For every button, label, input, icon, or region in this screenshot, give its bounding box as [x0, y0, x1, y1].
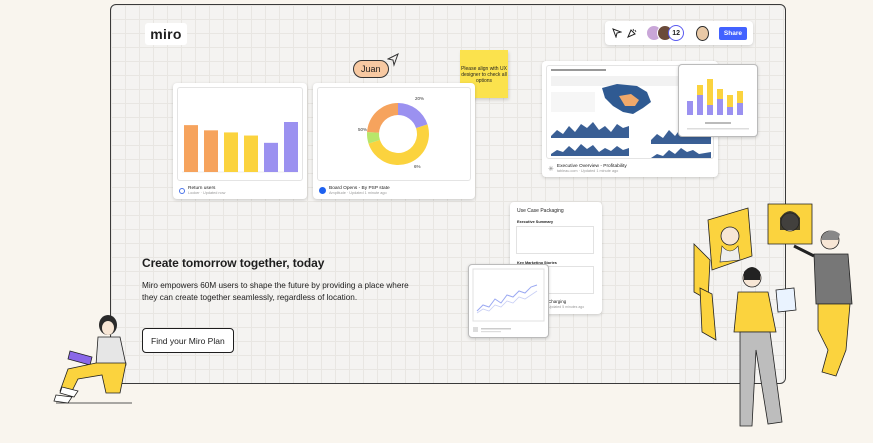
bar: [707, 105, 713, 115]
grouped-bar-chart: [687, 79, 749, 130]
bar: [264, 142, 278, 172]
collaborator-count-badge: 12: [668, 25, 685, 41]
line-chart-card[interactable]: [468, 264, 549, 338]
cursor-icon[interactable]: [611, 26, 623, 40]
donut-label: 50%: [358, 127, 367, 132]
collaborator-pointer-icon: [387, 53, 399, 67]
grouped-bar-card[interactable]: [678, 64, 758, 137]
card-chart-frame: 20% 50% 6%: [317, 87, 471, 181]
bar: [727, 107, 733, 115]
card-subtitle: Amplitude · Updated 1 minute ago: [329, 191, 387, 195]
donut-chart: 20% 50% 6%: [358, 96, 429, 169]
hero-title: Create tomorrow together, today: [142, 256, 325, 270]
looker-icon: [179, 187, 185, 194]
find-plan-button[interactable]: Find your Miro Plan: [142, 328, 234, 353]
card-subtitle: tableau.com · Updated 1 minute ago: [556, 169, 619, 173]
bar: [184, 125, 198, 172]
collaborator-avatars[interactable]: 12: [646, 25, 685, 41]
bar: [697, 95, 703, 115]
collaborator-cursor-label: Juan: [353, 60, 389, 78]
amplitude-icon: [319, 187, 326, 194]
return-users-card[interactable]: Return users Looker · Updated now: [173, 83, 307, 199]
current-user-avatar[interactable]: [696, 25, 709, 41]
bar: [244, 135, 258, 172]
bar: [717, 89, 723, 99]
hero-description: Miro empowers 60M users to shape the fut…: [142, 281, 409, 302]
bar: [737, 91, 743, 103]
document-title: Use Case Packaging: [517, 208, 564, 214]
bar: [687, 101, 693, 115]
bar: [707, 79, 713, 105]
donut-slice: [367, 103, 398, 133]
document-section-heading: Executive Summary: [517, 220, 554, 224]
team-collaboration-illustration: [693, 203, 853, 427]
whiteboard-canvas[interactable]: miro 12 Share Juan Please align with UX …: [110, 4, 786, 384]
bar: [717, 99, 723, 115]
donut-label: 20%: [415, 96, 424, 101]
person-with-laptop-illustration: [53, 315, 132, 404]
bar: [204, 130, 218, 172]
sticky-note-text: Please align with UX designer to check a…: [461, 66, 507, 84]
board-opens-card[interactable]: 20% 50% 6% Board Opens - By PSP state Ampl…: [313, 83, 475, 199]
bar-chart: [182, 122, 298, 173]
summary-table: [516, 226, 594, 254]
miro-logo[interactable]: miro: [145, 23, 187, 45]
bar: [284, 122, 298, 172]
bar: [224, 132, 238, 172]
bar: [737, 103, 743, 115]
share-button[interactable]: Share: [718, 26, 747, 40]
tableau-icon: ✳: [548, 165, 554, 173]
line-chart: [472, 268, 545, 333]
document-footer-subtitle: Updated 5 minutes ago: [548, 305, 585, 309]
card-subtitle: Looker · Updated now: [188, 191, 226, 195]
collaboration-toolbar: 12 Share: [605, 21, 753, 45]
donut-label: 6%: [414, 164, 421, 169]
bar: [727, 95, 733, 107]
document-footer-title: Charging: [548, 299, 567, 304]
donut-slice: [398, 103, 428, 129]
card-chart-frame: [177, 87, 303, 181]
bar: [697, 85, 703, 95]
celebrate-icon[interactable]: [627, 26, 639, 40]
